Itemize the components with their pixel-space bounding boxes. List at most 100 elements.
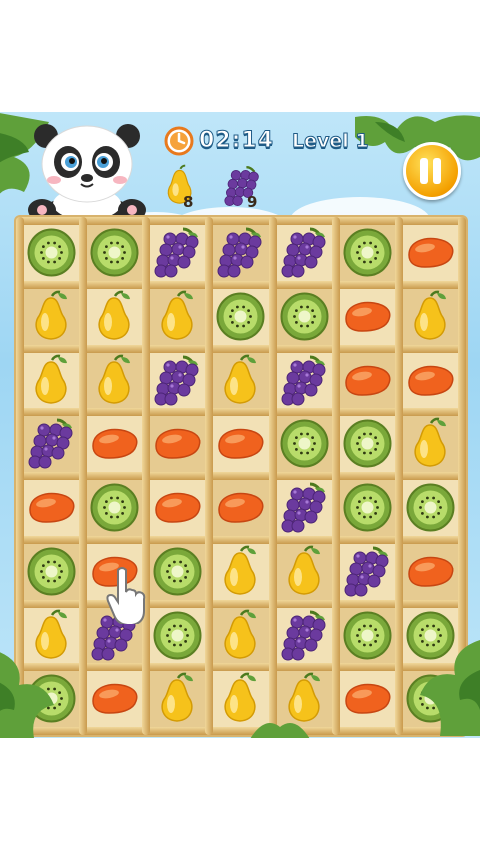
- kiwi-icon: [153, 547, 202, 596]
- mango-icon: [408, 556, 454, 587]
- bamboo-divider: [142, 217, 151, 735]
- mango-icon: [218, 492, 264, 523]
- board-cell[interactable]: [398, 476, 462, 540]
- pause-button[interactable]: [403, 142, 461, 200]
- kiwi-icon: [27, 547, 76, 596]
- board-cell[interactable]: [146, 539, 210, 604]
- board-cell[interactable]: [398, 539, 462, 604]
- mango-icon: [344, 365, 391, 396]
- board-cell[interactable]: [20, 348, 84, 413]
- board-cell[interactable]: [146, 221, 210, 285]
- pear-icon: [288, 545, 320, 595]
- kiwi-icon: [153, 611, 202, 659]
- kiwi-icon: [343, 483, 392, 532]
- mango-icon: [344, 301, 391, 332]
- mango-icon: [29, 492, 75, 523]
- leaves-decoration-bottom-right: [420, 640, 480, 736]
- kiwi-icon: [90, 483, 139, 532]
- board-cell[interactable]: [20, 221, 84, 285]
- leaves-decoration-bottom-left: [0, 652, 54, 738]
- grape-icon: [281, 482, 326, 533]
- board-cell[interactable]: [272, 348, 336, 413]
- leaves-decoration-bottom-center: [250, 723, 310, 739]
- kiwi-icon: [343, 419, 392, 468]
- mango-icon: [155, 429, 201, 460]
- board-cell[interactable]: [146, 667, 210, 731]
- board-cell[interactable]: [209, 476, 273, 540]
- kiwi-icon: [27, 228, 76, 277]
- mango-icon: [92, 684, 138, 715]
- board-cell[interactable]: [398, 348, 462, 413]
- board-cell[interactable]: [335, 221, 399, 285]
- board-cell[interactable]: [335, 667, 399, 731]
- board-cell[interactable]: [20, 539, 84, 604]
- board-cell[interactable]: [20, 284, 84, 349]
- board-cell[interactable]: [209, 603, 273, 668]
- pause-icon: [433, 158, 441, 184]
- board-cell[interactable]: [272, 412, 336, 476]
- grape-icon: [154, 355, 199, 405]
- board-cell[interactable]: [335, 539, 399, 604]
- grape-icon: [28, 418, 73, 469]
- board-cell[interactable]: [272, 603, 336, 668]
- board-grid: [16, 217, 466, 735]
- board-cell[interactable]: [146, 284, 210, 349]
- pear-icon: [161, 290, 194, 340]
- pear-icon: [98, 354, 131, 404]
- pear-icon: [224, 609, 257, 659]
- board-cell[interactable]: [398, 284, 462, 349]
- board-cell[interactable]: [83, 667, 147, 731]
- board-cell[interactable]: [209, 221, 273, 285]
- board-cell[interactable]: [146, 603, 210, 668]
- board-cell[interactable]: [20, 476, 84, 540]
- board-cell[interactable]: [272, 539, 336, 604]
- kiwi-icon: [280, 292, 329, 341]
- board-cell[interactable]: [209, 284, 273, 349]
- board-cell[interactable]: [83, 221, 147, 285]
- grape-icon: [281, 355, 326, 405]
- bamboo-divider: [268, 217, 277, 735]
- mango-icon: [218, 429, 264, 460]
- board-cell[interactable]: [335, 476, 399, 540]
- bottom-letterbox: [0, 738, 480, 854]
- panda-mascot: [28, 124, 146, 222]
- game-board: [14, 215, 468, 737]
- grape-icon: [281, 227, 326, 278]
- pear-icon: [224, 354, 257, 404]
- board-cell[interactable]: [146, 476, 210, 540]
- top-letterbox: [0, 0, 480, 112]
- board-cell[interactable]: [272, 221, 336, 285]
- board-cell[interactable]: [272, 284, 336, 349]
- board-cell[interactable]: [335, 412, 399, 476]
- grape-icon: [344, 546, 389, 597]
- game-screen: 02:14 Level 1 8 9: [0, 0, 480, 854]
- board-cell[interactable]: [398, 221, 462, 285]
- kiwi-icon: [90, 228, 139, 277]
- pear-goal-count: 8: [183, 193, 194, 211]
- pear-goal-icon: [167, 164, 192, 204]
- board-cell[interactable]: [209, 412, 273, 476]
- board-cell[interactable]: [335, 348, 399, 413]
- board-cell[interactable]: [209, 539, 273, 604]
- pear-icon: [414, 290, 446, 340]
- kiwi-icon: [343, 228, 392, 277]
- board-cell[interactable]: [398, 412, 462, 476]
- bamboo-divider: [79, 217, 88, 735]
- board-cell[interactable]: [146, 412, 210, 476]
- board-cell[interactable]: [83, 284, 147, 349]
- board-cell[interactable]: [146, 348, 210, 413]
- board-cell[interactable]: [83, 348, 147, 413]
- board-cell[interactable]: [83, 476, 147, 540]
- kiwi-icon: [280, 419, 329, 468]
- board-cell[interactable]: [335, 603, 399, 668]
- bamboo-divider: [205, 217, 214, 735]
- board-cell[interactable]: [272, 476, 336, 540]
- mango-icon: [408, 237, 454, 268]
- board-cell[interactable]: [83, 412, 147, 476]
- pear-icon: [161, 672, 194, 723]
- board-cell[interactable]: [209, 348, 273, 413]
- timer-display: 02:14: [198, 128, 275, 154]
- board-cell[interactable]: [20, 412, 84, 476]
- bamboo-divider: [331, 217, 340, 735]
- board-cell[interactable]: [335, 284, 399, 349]
